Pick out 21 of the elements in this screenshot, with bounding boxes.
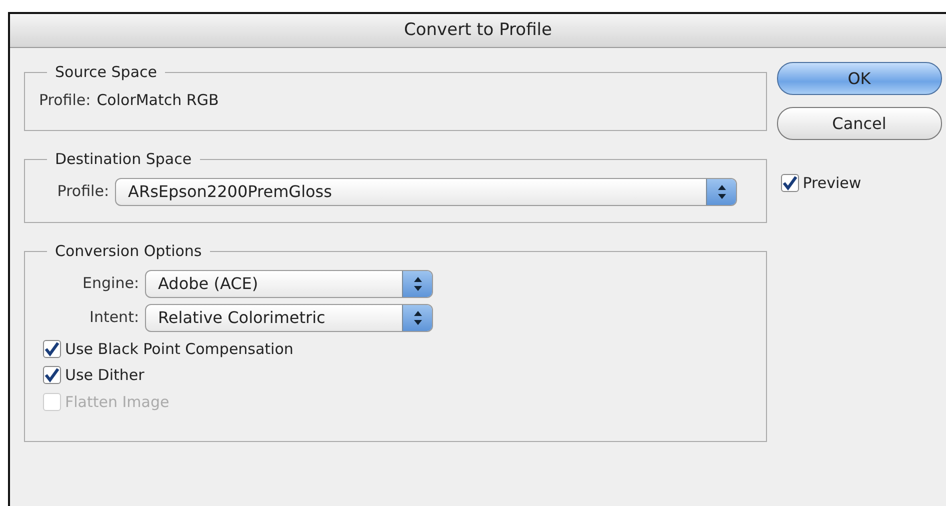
dropdown[interactable]: Relative Colorimetric (145, 304, 433, 332)
window-title: Convert to Profile (404, 18, 552, 42)
field-label: Intent: (88, 307, 139, 328)
field-label: Profile: (39, 90, 91, 111)
checkbox[interactable] (43, 340, 61, 358)
checkbox-label[interactable]: Use Dither (65, 364, 144, 386)
checkbox[interactable] (43, 366, 61, 384)
dialog-button[interactable]: Cancel (776, 107, 942, 140)
up-down-arrows-icon (412, 310, 422, 326)
dropdown[interactable]: ARsEpson2200PremGloss (115, 178, 737, 206)
field-label: Engine: (82, 273, 139, 294)
up-down-arrows-icon (412, 276, 422, 292)
checkbox-label: Flatten Image (65, 392, 170, 412)
profile-value: ColorMatch RGB (96, 90, 219, 111)
checkbox-label[interactable]: Preview (802, 172, 862, 194)
checkbox[interactable] (780, 174, 799, 192)
up-down-arrows-icon (716, 184, 726, 200)
checkbox-label[interactable]: Use Black Point Compensation (65, 338, 294, 360)
field-label: Profile: (56, 181, 109, 202)
dialog-button[interactable]: OK (776, 62, 942, 95)
dropdown[interactable]: Adobe (ACE) (145, 270, 433, 298)
